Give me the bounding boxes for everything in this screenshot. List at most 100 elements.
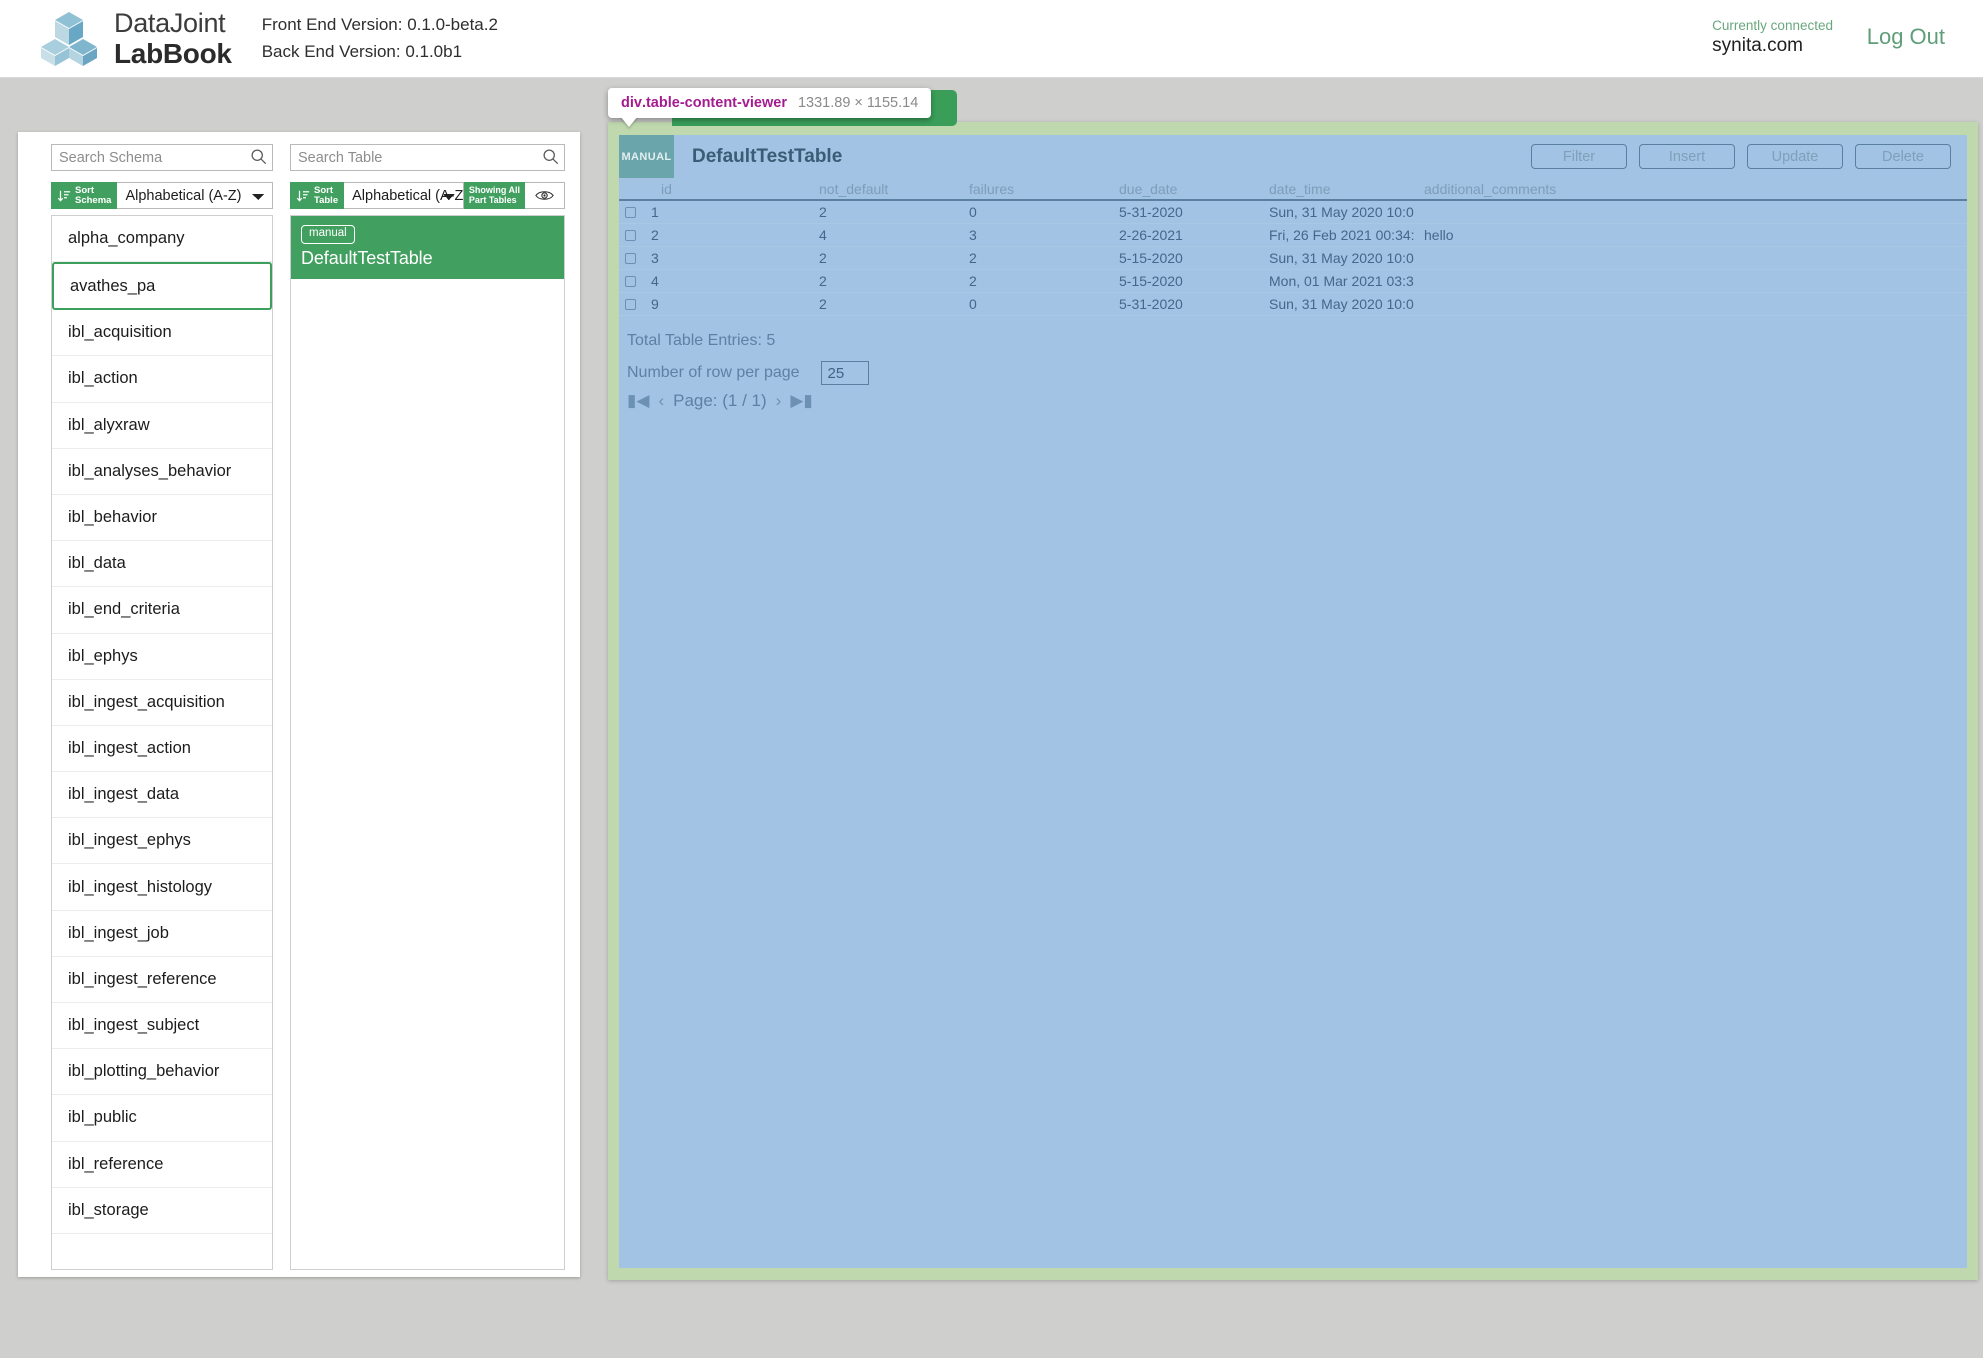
row-select-checkbox[interactable] — [625, 275, 636, 287]
schema-column: Sort Schema Alphabetical (A-Z) alpha_com… — [51, 144, 273, 1270]
table-row[interactable]: 9 2 0 5-31-2020 Sun, 31 May 2020 10:00:00 GM… — [619, 293, 1967, 316]
row-select-checkbox[interactable] — [625, 229, 636, 241]
schema-list-item[interactable]: ibl_analyses_behavior — [52, 448, 272, 495]
row-select-checkbox[interactable] — [625, 252, 636, 264]
schema-list-item[interactable]: ibl_storage — [52, 1187, 272, 1234]
row-select-checkbox[interactable] — [625, 206, 636, 218]
sort-table-button[interactable]: Sort Table — [290, 182, 345, 209]
inspector-selector-class: .table-content-viewer — [641, 95, 787, 111]
cell-date_time: Sun, 31 May 2020 10:00:00 GMT — [1269, 296, 1414, 312]
schema-list[interactable]: alpha_company avathes_pa ibl_acquisitionib… — [51, 215, 273, 1270]
part-tables-label-line2: Part Tables — [468, 194, 517, 205]
cell-not_default: 4 — [819, 227, 827, 243]
schema-list-item[interactable]: ibl_ingest_ephys — [52, 818, 272, 865]
schema-list-item[interactable]: ibl_public — [52, 1095, 272, 1142]
schema-list-item[interactable]: ibl_ephys — [52, 633, 272, 680]
last-page-icon[interactable]: ▶▮ — [790, 391, 812, 411]
cell-due_date: 2-26-2021 — [1119, 227, 1183, 243]
cell-due_date: 5-31-2020 — [1119, 204, 1183, 220]
logo-line-2: LabBook — [114, 37, 232, 69]
sort-descending-icon — [296, 190, 310, 202]
row-select-checkbox[interactable] — [625, 298, 636, 310]
back-end-version: Back End Version: 0.1.0b1 — [261, 41, 463, 61]
page-indicator: Page: (1 / 1) — [673, 391, 767, 410]
table-row[interactable]: 1 2 0 5-31-2020 Sun, 31 May 2020 10:00:00 GM… — [619, 201, 1967, 224]
cell-date_time: Sun, 31 May 2020 10:00:00 GMT — [1269, 204, 1414, 220]
schema-list-item[interactable]: ibl_acquisition — [52, 310, 272, 357]
logo-line-1: DataJoint — [114, 7, 226, 38]
column-header-id[interactable]: id — [641, 181, 809, 197]
table-footer: Total Table Entries: 5 Number of row per… — [619, 316, 1967, 411]
row-select-checkbox-cell — [619, 229, 641, 241]
column-header-due_date[interactable]: due_date — [1109, 181, 1259, 197]
schema-list-item[interactable]: ibl_ingest_job — [52, 910, 272, 957]
schema-list-item-label: ibl_end_criteria — [68, 600, 180, 619]
column-header-additional_comments[interactable]: additional_comments — [1414, 181, 1967, 197]
showing-part-tables-toggle[interactable]: Showing All Part Tables — [463, 182, 525, 209]
schema-list-item-label: ibl_ingest_subject — [68, 1016, 200, 1035]
schema-list-item[interactable]: ibl_ingest_action — [52, 725, 272, 773]
schema-list-item[interactable]: ibl_action — [52, 356, 272, 403]
table-type-badge: manual — [301, 225, 355, 244]
schema-list-item[interactable]: ibl_ingest_reference — [52, 956, 272, 1003]
table-type-chip: MANUAL — [619, 135, 674, 178]
schema-list-item-label: ibl_public — [68, 1108, 137, 1127]
schema-list-item-label: ibl_ingest_reference — [68, 969, 217, 988]
schema-list-item-label: ibl_ingest_data — [68, 785, 180, 804]
table-sort-select[interactable]: Alphabetical (A-Z) — [344, 182, 464, 209]
schema-list-item[interactable]: ibl_ingest_acquisition — [52, 679, 272, 726]
delete-button[interactable]: Delete — [1855, 144, 1951, 169]
inspector-tooltip: div .table-content-viewer 1331.89 × 1155… — [608, 88, 932, 118]
column-header-failures[interactable]: failures — [959, 181, 1109, 197]
previous-page-icon[interactable]: ‹ — [658, 391, 664, 411]
app-header: DataJoint LabBook Front End Version: 0.1… — [0, 0, 1983, 78]
cell-id: 1 — [651, 204, 659, 220]
cell-not_default: 2 — [819, 204, 827, 220]
schema-list-item[interactable]: ibl_ingest_histology — [52, 864, 272, 911]
schema-list-item[interactable]: ibl_reference — [52, 1141, 272, 1188]
schema-list-item-label: ibl_ingest_ephys — [68, 831, 191, 850]
schema-list-item[interactable]: ibl_ingest_data — [52, 772, 272, 819]
cell-due_date: 5-15-2020 — [1119, 250, 1183, 266]
cell-failures: 0 — [969, 296, 977, 312]
rows-per-page-input[interactable] — [820, 361, 869, 385]
insert-button[interactable]: Insert — [1639, 144, 1735, 169]
sort-schema-button[interactable]: Sort Schema — [51, 182, 118, 209]
schema-list-item[interactable]: ibl_end_criteria — [52, 587, 272, 634]
search-table-input[interactable] — [290, 144, 565, 171]
schema-list-item-label: avathes_pa — [70, 276, 156, 295]
schema-list-item[interactable]: ibl_alyxraw — [52, 402, 272, 449]
update-button[interactable]: Update — [1747, 144, 1843, 169]
next-page-icon[interactable]: › — [776, 391, 782, 411]
table-list-item[interactable]: manual DefaultTestTable — [291, 216, 564, 279]
schema-sort-select[interactable]: Alphabetical (A-Z) — [117, 182, 273, 209]
schema-list-item-label: alpha_company — [68, 229, 185, 248]
column-header-not_default[interactable]: not_default — [809, 181, 959, 197]
table-column: Sort Table Alphabetical (A-Z) Showing Al… — [290, 144, 565, 1270]
cell-failures: 3 — [969, 227, 977, 243]
table-list[interactable]: manual DefaultTestTable — [290, 215, 565, 1270]
schema-list-item[interactable]: avathes_pa — [52, 262, 272, 311]
schema-list-item-label: ibl_action — [68, 369, 138, 388]
schema-list-item[interactable]: ibl_data — [52, 541, 272, 588]
table-row[interactable]: 4 2 2 5-15-2020 Mon, 01 Mar 2021 03:33:33 GM… — [619, 270, 1967, 293]
table-row[interactable]: 2 4 3 2-26-2021 Fri, 26 Feb 2021 00:34:02 GM… — [619, 224, 1967, 247]
column-header-date_time[interactable]: date_time — [1259, 181, 1414, 197]
cell-id: 4 — [651, 273, 659, 289]
schema-list-item[interactable]: alpha_company — [52, 216, 272, 263]
schema-list-item[interactable]: ibl_plotting_behavior — [52, 1049, 272, 1096]
row-select-checkbox-cell — [619, 275, 641, 287]
first-page-icon[interactable]: ▮◀ — [627, 391, 649, 411]
app-logo: DataJoint LabBook — [38, 7, 232, 69]
toggle-part-tables-visibility-button[interactable] — [525, 182, 565, 209]
table-row[interactable]: 3 2 2 5-15-2020 Sun, 31 May 2020 10:00:00 GM… — [619, 247, 1967, 270]
search-schema-input[interactable] — [51, 144, 273, 171]
schema-list-item[interactable]: ibl_ingest_subject — [52, 1003, 272, 1050]
logout-button[interactable]: Log Out — [1859, 20, 1953, 54]
schema-list-item-label: ibl_ingest_acquisition — [68, 692, 225, 711]
filter-button[interactable]: Filter — [1531, 144, 1627, 169]
schema-sort-row: Sort Schema Alphabetical (A-Z) — [51, 182, 273, 209]
cell-due_date: 5-15-2020 — [1119, 273, 1183, 289]
cell-id: 2 — [651, 227, 659, 243]
schema-list-item[interactable]: ibl_behavior — [52, 494, 272, 542]
